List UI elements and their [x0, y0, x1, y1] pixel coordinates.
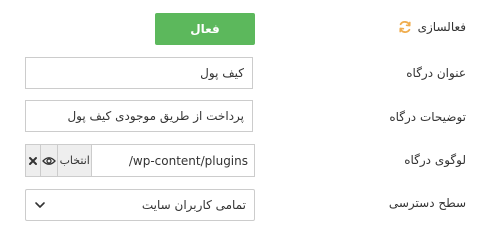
- activation-label-row: فعالسازی: [398, 20, 466, 34]
- gateway-logo-label: لوگوی درگاه: [404, 153, 466, 167]
- refresh-icon: [398, 20, 412, 34]
- gateway-description-field-wrapper: [25, 100, 253, 132]
- activate-toggle-button[interactable]: فعال: [155, 13, 255, 45]
- access-level-label: سطح دسترسی: [388, 196, 466, 210]
- chevron-down-icon: [34, 199, 46, 211]
- gateway-title-label: عنوان درگاه: [406, 66, 466, 80]
- clear-logo-button[interactable]: [25, 144, 42, 177]
- close-icon: [28, 151, 38, 170]
- access-level-select[interactable]: تمامی کاربران سایت: [25, 189, 255, 221]
- gateway-title-input[interactable]: [26, 58, 252, 88]
- gateway-description-input[interactable]: [26, 101, 252, 131]
- access-level-selected-value: تمامی کاربران سایت: [141, 198, 246, 212]
- gateway-logo-group: انتخاب: [25, 144, 255, 177]
- view-logo-button[interactable]: [41, 144, 59, 177]
- eye-icon: [42, 151, 57, 170]
- activation-label: فعالسازی: [417, 20, 466, 34]
- gateway-description-label: توضیحات درگاه: [389, 110, 466, 124]
- gateway-title-field-wrapper: [25, 57, 253, 89]
- logo-path-input[interactable]: [92, 144, 255, 177]
- choose-logo-button[interactable]: انتخاب: [58, 144, 92, 177]
